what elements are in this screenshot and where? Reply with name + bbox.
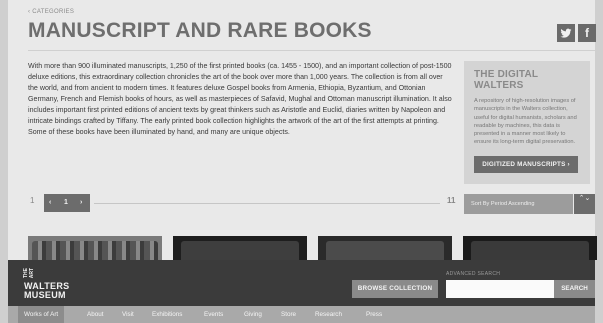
browse-collection-button[interactable]: BROWSE COLLECTION — [352, 280, 438, 298]
pager-last-page[interactable]: 11 — [447, 196, 455, 205]
pager-prev-button[interactable]: ‹ — [49, 194, 51, 212]
nav-item-events[interactable]: Events — [198, 306, 229, 323]
nav-item-store[interactable]: Store — [275, 306, 302, 323]
digital-walters-description: A repository of high-resolution images o… — [474, 98, 577, 146]
digitized-manuscripts-button[interactable]: DIGITIZED MANUSCRIPTS › — [474, 156, 578, 173]
main-nav: Works of Art About Visit Exhibitions Eve… — [8, 306, 595, 323]
nav-item-giving[interactable]: Giving — [238, 306, 268, 323]
facebook-icon: f — [585, 26, 589, 40]
nav-item-about[interactable]: About — [81, 306, 109, 323]
page-title: MANUSCRIPT AND RARE BOOKS — [28, 19, 372, 42]
breadcrumb-categories[interactable]: ‹ CATEGORIES — [28, 9, 74, 15]
twitter-share-button[interactable] — [557, 24, 575, 42]
divider — [28, 50, 595, 51]
advanced-search-link[interactable]: ADVANCED SEARCH — [446, 271, 500, 277]
logo-museum: MUSEUM — [24, 290, 66, 300]
collection-intro-text: With more than 900 illuminated manuscrip… — [28, 62, 452, 136]
digital-walters-panel: THE DIGITAL WALTERS A repository of high… — [464, 61, 590, 184]
logo-art: ART — [29, 268, 35, 279]
collection-thumbnail[interactable] — [173, 236, 307, 260]
pager-control: ‹ 1 › — [44, 194, 90, 212]
chevron-up-down-icon: ⌃⌄ — [578, 195, 591, 202]
collection-thumbnail[interactable] — [463, 236, 597, 260]
nav-item-exhibitions[interactable]: Exhibitions — [146, 306, 188, 323]
pager-next-button[interactable]: › — [80, 194, 82, 212]
pager-slider-track[interactable] — [94, 203, 440, 204]
twitter-bird-icon — [560, 28, 572, 38]
collection-thumbnail[interactable] — [318, 236, 452, 260]
nav-item-visit[interactable]: Visit — [116, 306, 140, 323]
pager-first-page[interactable]: 1 — [30, 196, 34, 205]
nav-item-works-of-art[interactable]: Works of Art — [18, 306, 65, 323]
facebook-share-button[interactable]: f — [578, 24, 596, 42]
sort-toggle-button[interactable]: ⌃⌄ — [574, 194, 595, 214]
collection-thumbnail[interactable] — [28, 236, 162, 260]
digital-walters-title: THE DIGITAL WALTERS — [474, 69, 539, 91]
page: ‹ CATEGORIES MANUSCRIPT AND RARE BOOKS f… — [8, 0, 597, 323]
nav-item-press[interactable]: Press — [360, 306, 388, 323]
footer-bar: THE ART WALTERS MUSEUM BROWSE COLLECTION… — [8, 260, 595, 306]
pager-current-page: 1 — [64, 199, 68, 206]
sort-select[interactable]: Sort By Period Ascending — [464, 194, 573, 214]
search-button[interactable]: SEARCH — [554, 280, 595, 298]
nav-item-research[interactable]: Research — [309, 306, 348, 323]
search-input[interactable] — [446, 280, 554, 298]
